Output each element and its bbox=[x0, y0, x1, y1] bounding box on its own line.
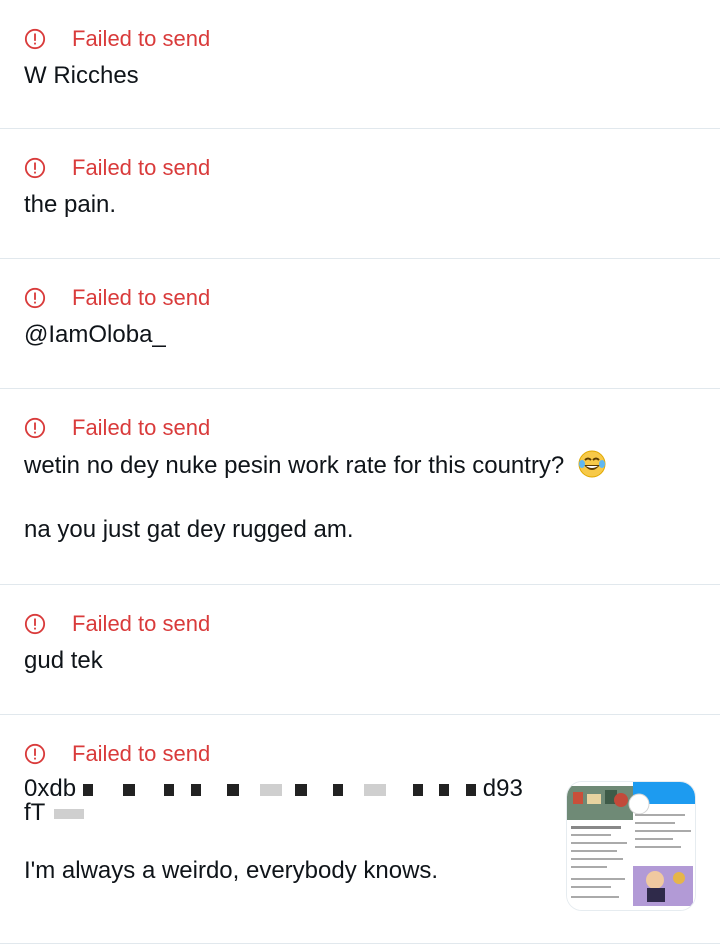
failed-messages-list: Failed to send W Ricches Failed to send … bbox=[0, 0, 720, 944]
redaction-block bbox=[466, 783, 477, 796]
failed-message-item[interactable]: Failed to send 0xdb d93 fT I'm always a … bbox=[0, 715, 720, 944]
message-text: wetin no dey nuke pesin work rate for th… bbox=[24, 452, 565, 479]
send-status[interactable]: Failed to send bbox=[24, 611, 696, 637]
redaction-block bbox=[190, 783, 201, 796]
send-status[interactable]: Failed to send bbox=[24, 415, 696, 441]
message-text: W Ricches bbox=[24, 62, 139, 89]
send-status[interactable]: Failed to send bbox=[24, 285, 696, 311]
failed-to-send-label: Failed to send bbox=[72, 26, 211, 51]
error-circle-icon bbox=[24, 157, 46, 179]
failed-message-item[interactable]: Failed to send the pain. bbox=[0, 129, 720, 259]
failed-to-send-label: Failed to send bbox=[72, 155, 211, 180]
attached-image-thumbnail[interactable] bbox=[566, 781, 696, 911]
garbled-text-start: 0xdb bbox=[24, 775, 77, 802]
tears-of-joy-emoji bbox=[577, 449, 607, 479]
message-text: @IamOloba_ bbox=[24, 321, 166, 348]
error-circle-icon bbox=[24, 613, 46, 635]
redaction-block bbox=[294, 783, 307, 796]
failed-message-item[interactable]: Failed to send @IamOloba_ bbox=[0, 259, 720, 389]
send-status[interactable]: Failed to send bbox=[24, 741, 696, 767]
redaction-block bbox=[439, 783, 450, 796]
message-text: na you just gat dey rugged am. bbox=[24, 516, 354, 543]
message-text-line: wetin no dey nuke pesin work rate for th… bbox=[24, 449, 696, 482]
redaction-block bbox=[364, 783, 387, 796]
failed-to-send-label: Failed to send bbox=[72, 611, 211, 636]
message-text: gud tek bbox=[24, 647, 103, 674]
send-status[interactable]: Failed to send bbox=[24, 155, 696, 181]
redaction-block bbox=[123, 783, 136, 796]
error-circle-icon bbox=[24, 287, 46, 309]
error-circle-icon bbox=[24, 28, 46, 50]
failed-to-send-label: Failed to send bbox=[72, 415, 211, 440]
failed-to-send-label: Failed to send bbox=[72, 285, 211, 310]
redaction-block bbox=[82, 783, 93, 796]
garbled-text-end: d93 bbox=[482, 775, 523, 802]
failed-message-item[interactable]: Failed to send W Ricches bbox=[0, 0, 720, 129]
message-text: the pain. bbox=[24, 191, 117, 218]
failed-to-send-label: Failed to send bbox=[72, 741, 211, 766]
redaction-block bbox=[227, 783, 240, 796]
redaction-block bbox=[412, 783, 423, 796]
error-circle-icon bbox=[24, 417, 46, 439]
send-status[interactable]: Failed to send bbox=[24, 26, 696, 52]
failed-message-item[interactable]: Failed to send wetin no dey nuke pesin w… bbox=[0, 389, 720, 585]
redaction-block bbox=[260, 783, 283, 796]
failed-message-item[interactable]: Failed to send gud tek bbox=[0, 585, 720, 715]
redaction-block bbox=[333, 783, 344, 796]
redaction-block bbox=[53, 808, 84, 819]
redaction-block bbox=[164, 783, 175, 796]
error-circle-icon bbox=[24, 743, 46, 765]
garbled-text-line-2: fT bbox=[24, 799, 45, 826]
